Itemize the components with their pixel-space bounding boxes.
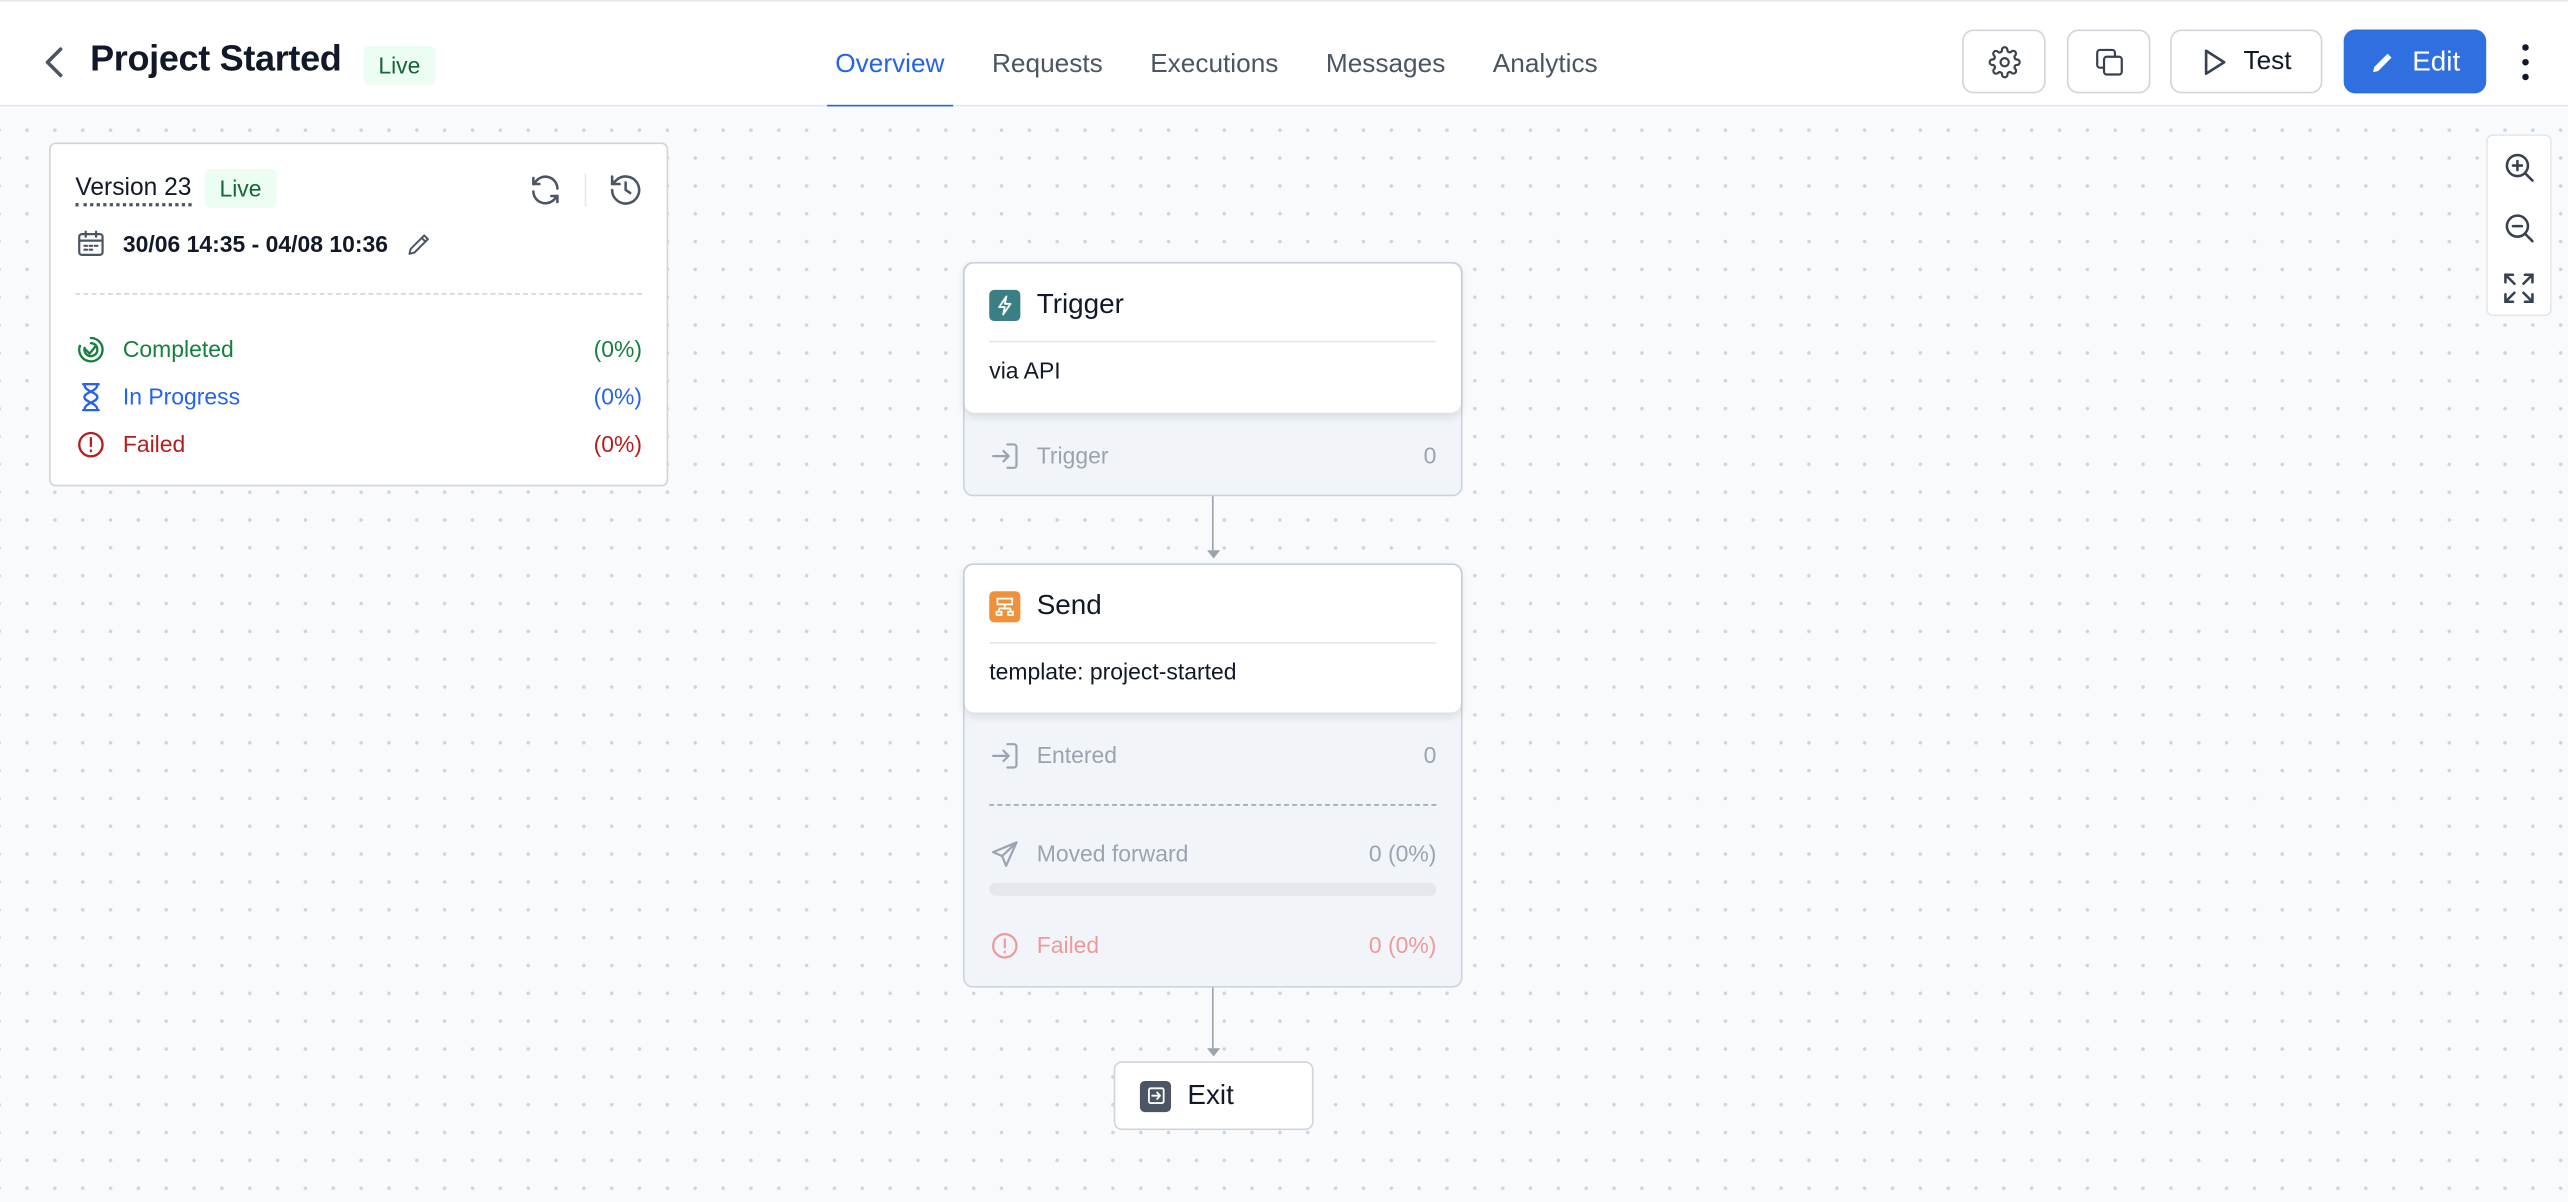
exit-node-title: Exit: [1187, 1079, 1234, 1111]
tab-messages[interactable]: Messages: [1318, 2, 1454, 108]
moved-forward-row: Moved forward 0 (0%): [989, 835, 1436, 871]
trigger-count-row: Trigger 0: [989, 437, 1436, 473]
entered-value: 0: [1423, 741, 1437, 769]
edit-button-label: Edit: [2412, 45, 2461, 77]
edit-button[interactable]: Edit: [2343, 29, 2487, 94]
failed-label: Failed: [1036, 931, 1100, 959]
date-range-row: 30/06 14:35 - 04/08 10:36: [75, 228, 434, 259]
send-node-subtitle: template: project-started: [989, 658, 1237, 685]
test-button[interactable]: Test: [2170, 29, 2323, 94]
send-node-title: Send: [1036, 589, 1102, 621]
enter-icon: [992, 742, 1018, 768]
divider: [989, 804, 1437, 806]
failed-row: Failed 0 (0%): [989, 927, 1436, 963]
lightning-icon: [989, 289, 1021, 321]
kebab-dot: [2522, 73, 2529, 81]
moved-forward-progress-bar: [989, 882, 1437, 896]
trigger-node-header: Trigger via API: [964, 263, 1461, 413]
edit-date-icon[interactable]: [404, 228, 433, 257]
moved-forward-value: 0 (0%): [1368, 840, 1437, 867]
trigger-node-title: Trigger: [1036, 288, 1124, 320]
divider: [584, 173, 587, 207]
zoom-in-icon: [2505, 152, 2534, 182]
send-node-title-row: Send: [989, 590, 1102, 623]
version-label[interactable]: Version 23: [75, 174, 192, 207]
copy-icon: [2095, 48, 2123, 75]
stat-value: (0%): [593, 430, 643, 457]
stat-label: Completed: [122, 335, 234, 362]
stat-completed: Completed (0%): [75, 331, 642, 367]
duplicate-button[interactable]: [2066, 29, 2151, 94]
more-options-button[interactable]: [2506, 41, 2545, 84]
trigger-row-label: Trigger: [1036, 442, 1109, 469]
moved-forward-label: Moved forward: [1036, 840, 1189, 867]
send-icon: [992, 840, 1018, 867]
refresh-icon: [532, 175, 559, 205]
tab-analytics[interactable]: Analytics: [1485, 2, 1606, 108]
enter-icon: [992, 442, 1018, 469]
entered-row: Entered 0: [989, 737, 1436, 773]
settings-button[interactable]: [1962, 29, 2046, 94]
zoom-out-icon: [2505, 213, 2534, 242]
entered-label: Entered: [1036, 741, 1118, 769]
pencil-icon: [2372, 52, 2392, 72]
trigger-node[interactable]: Trigger via API Trigger 0: [963, 262, 1463, 497]
connector-line: [1211, 496, 1214, 551]
fullscreen-icon: [2504, 272, 2534, 303]
divider: [989, 642, 1437, 644]
trigger-row-value: 0: [1423, 442, 1437, 469]
connector-arrow: [1207, 550, 1221, 559]
fit-view-button[interactable]: [2488, 257, 2550, 318]
back-button[interactable]: [36, 44, 72, 80]
tab-requests[interactable]: Requests: [984, 2, 1111, 108]
kebab-dot: [2522, 44, 2529, 51]
template-icon: [989, 590, 1021, 622]
history-icon: [610, 175, 641, 205]
connector-arrow: [1207, 1048, 1221, 1057]
stat-value: (0%): [593, 383, 643, 410]
tab-bar: Overview Requests Executions Messages An…: [827, 2, 1637, 110]
zoom-in-button[interactable]: [2488, 136, 2550, 197]
kebab-dot: [2522, 58, 2529, 66]
zoom-out-button[interactable]: [2488, 197, 2550, 258]
alert-circle-icon: [992, 932, 1018, 958]
exit-icon: [1139, 1080, 1172, 1112]
refresh-button[interactable]: [527, 172, 563, 208]
stat-value: (0%): [593, 335, 643, 362]
send-node-header: Send template: project-started: [964, 565, 1461, 713]
page-title: Project Started: [90, 37, 342, 79]
completed-icon: [78, 336, 104, 362]
stat-failed: Failed (0%): [75, 426, 642, 462]
gear-icon: [1987, 45, 2020, 78]
version-card: Version 23 Live 30/06 14:35 - 04/08 10:3…: [49, 142, 669, 487]
tab-executions[interactable]: Executions: [1142, 2, 1287, 108]
tab-overview[interactable]: Overview: [827, 2, 953, 110]
test-button-label: Test: [2243, 46, 2292, 75]
exit-node[interactable]: Exit: [1113, 1061, 1314, 1131]
history-button[interactable]: [608, 172, 644, 208]
version-status-badge: Live: [204, 168, 277, 209]
zoom-controls: [2486, 134, 2552, 318]
calendar-icon: [78, 230, 104, 256]
divider: [989, 340, 1437, 343]
send-node[interactable]: Send template: project-started Entered 0…: [963, 563, 1463, 988]
hourglass-icon: [81, 382, 100, 411]
connector-line: [1211, 987, 1214, 1049]
chevron-left-icon: [45, 47, 63, 78]
trigger-node-subtitle: via API: [989, 357, 1061, 384]
failed-value: 0 (0%): [1368, 931, 1437, 959]
stat-label: Failed: [122, 430, 186, 457]
top-bar: Project Started Live Overview Requests E…: [0, 0, 2568, 110]
status-badge: Live: [363, 45, 436, 86]
play-icon: [2204, 48, 2226, 75]
date-range: 30/06 14:35 - 04/08 10:36: [122, 230, 389, 257]
stat-in-progress: In Progress (0%): [75, 378, 642, 414]
stat-label: In Progress: [122, 383, 241, 410]
trigger-node-title-row: Trigger: [989, 288, 1124, 321]
alert-circle-icon: [78, 431, 104, 457]
divider: [75, 293, 643, 295]
